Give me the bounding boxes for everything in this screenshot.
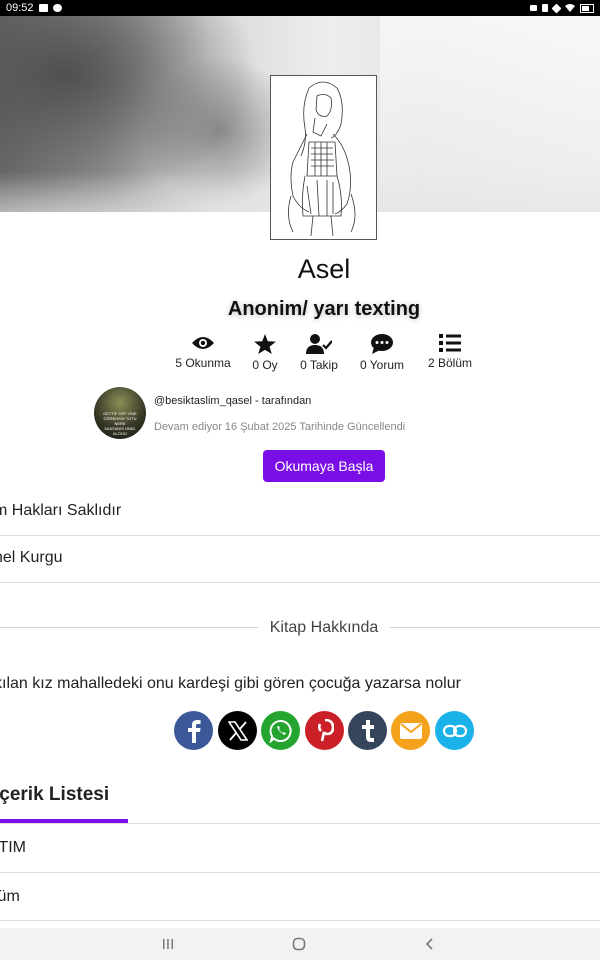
book-description: kılan kız mahalledeki onu kardeşi gibi g… [0, 675, 461, 692]
vibrate-icon [542, 4, 548, 12]
update-status: Devam ediyor 16 Şubat 2025 Tarihinde Gün… [154, 421, 406, 433]
divider [0, 920, 600, 921]
gallery-icon [38, 4, 48, 12]
facebook-icon [187, 719, 201, 743]
home-icon [292, 937, 306, 951]
divider [0, 872, 600, 873]
book-subtitle: Anonim/ yarı texting [227, 298, 421, 320]
author-block[interactable]: GETTIF OFF YİNE ÖĞRENSİN TUTU NERE SANTANI… [94, 387, 454, 443]
email-icon [399, 722, 422, 739]
avatar[interactable]: GETTIF OFF YİNE ÖĞRENSİN TUTU NERE SANTANI… [94, 387, 146, 439]
divider [0, 582, 600, 583]
tumblr-share-button[interactable] [348, 711, 387, 750]
chapter-item[interactable]: lüm [0, 888, 600, 906]
stat-votes: 0 Oy [240, 334, 290, 372]
email-share-button[interactable] [391, 711, 430, 750]
back-icon [425, 938, 433, 950]
book-cover[interactable] [270, 75, 377, 240]
battery-icon [580, 3, 594, 13]
comment-icon [371, 334, 393, 354]
link-icon [442, 724, 467, 737]
list-icon [439, 334, 461, 352]
book-stats: 5 Okunma 0 Oy 0 Takip 0 Yorum 2 Bölüm [170, 334, 480, 376]
status-bar: 09:52 [0, 0, 600, 16]
pinterest-share-button[interactable] [305, 711, 344, 750]
clock: 09:52 [6, 2, 34, 14]
copy-link-button[interactable] [435, 711, 474, 750]
facebook-share-button[interactable] [174, 711, 213, 750]
home-button[interactable] [279, 934, 319, 954]
tab-contents[interactable]: İçerik Listesi [0, 784, 109, 806]
about-heading: Kitap Hakkında [269, 619, 379, 636]
key-icon [530, 5, 537, 11]
stat-reads: 5 Okunma [170, 334, 236, 370]
x-icon [227, 720, 248, 741]
chapter-item[interactable]: ITIM [0, 839, 600, 857]
whatsapp-icon [268, 719, 292, 743]
divider [0, 535, 600, 536]
eye-icon [192, 337, 214, 349]
divider [0, 627, 258, 628]
pinterest-icon [317, 718, 334, 741]
stat-comments: 0 Yorum [352, 334, 412, 372]
divider [0, 823, 600, 824]
share-buttons [174, 711, 474, 753]
notification-icon [52, 4, 62, 12]
divider [390, 627, 600, 628]
cover-illustration [288, 81, 356, 237]
recent-apps-icon [163, 939, 173, 949]
book-title: Asel [297, 254, 351, 284]
star-icon [254, 334, 276, 354]
stat-follows: 0 Takip [292, 334, 346, 372]
mute-icon [551, 3, 562, 13]
author-handle[interactable]: @besiktaslim_qasel - tarafından [154, 395, 311, 407]
back-button[interactable] [410, 934, 450, 954]
user-check-icon [306, 334, 332, 354]
stat-chapters: 2 Bölüm [420, 334, 480, 370]
recent-apps-button[interactable] [148, 934, 188, 954]
x-share-button[interactable] [218, 711, 257, 750]
tumblr-icon [361, 719, 374, 742]
genre-row[interactable]: nel Kurgu [0, 549, 600, 567]
wifi-icon [565, 4, 575, 12]
navigation-bar [0, 928, 600, 960]
whatsapp-share-button[interactable] [261, 711, 300, 750]
start-reading-button[interactable]: Okumaya Başla [263, 450, 385, 482]
copyright-row: m Hakları Saklıdır [0, 502, 122, 519]
